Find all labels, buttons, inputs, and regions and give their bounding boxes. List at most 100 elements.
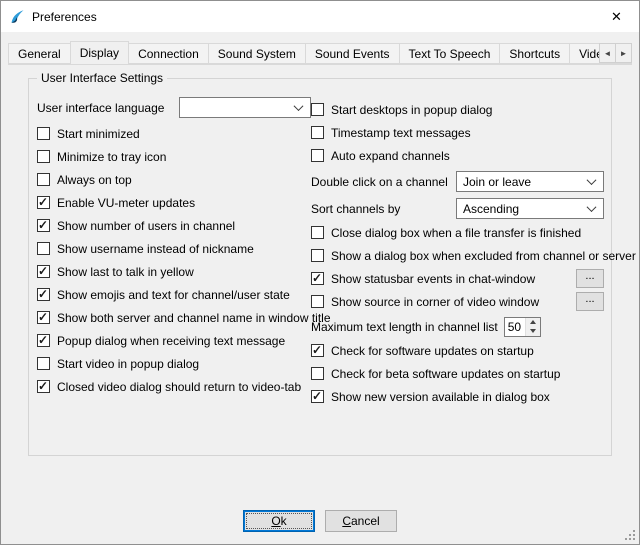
desktops-popup-row[interactable]: Start desktops in popup dialog <box>311 98 604 121</box>
file-transfer-row[interactable]: Close dialog box when a file transfer is… <box>311 221 604 244</box>
tab-sound-events[interactable]: Sound Events <box>305 43 400 64</box>
new-version-checkbox[interactable] <box>311 390 324 403</box>
video-popup-checkbox[interactable] <box>37 357 50 370</box>
close-button[interactable]: ✕ <box>594 1 639 32</box>
user-count-label: Show number of users in channel <box>57 219 235 233</box>
timestamp-row[interactable]: Timestamp text messages <box>311 121 604 144</box>
tab-text-to-speech[interactable]: Text To Speech <box>399 43 501 64</box>
double-click-combo[interactable]: Join or leave <box>456 171 604 192</box>
popup-message-checkbox[interactable] <box>37 334 50 347</box>
tab-sound-system[interactable]: Sound System <box>208 43 306 64</box>
video-source-config-button[interactable]: ... <box>576 292 604 311</box>
software-updates-checkbox[interactable] <box>311 344 324 357</box>
software-updates-label: Check for software updates on startup <box>331 344 534 358</box>
vu-meter-checkbox[interactable] <box>37 196 50 209</box>
video-source-checkbox[interactable] <box>311 295 324 308</box>
tab-scroll-left-button[interactable]: ◄ <box>599 43 616 63</box>
language-select[interactable] <box>179 97 311 118</box>
tab-scroll-right-button[interactable]: ► <box>615 43 632 63</box>
last-talk-label: Show last to talk in yellow <box>57 265 194 279</box>
spinner-arrows <box>525 318 540 336</box>
new-version-label: Show new version available in dialog box <box>331 390 550 404</box>
ok-button[interactable]: Ok <box>243 510 315 532</box>
username-row[interactable]: Show username instead of nickname <box>37 237 311 260</box>
ok-label: Ok <box>271 514 286 528</box>
sort-channels-combo[interactable]: Ascending <box>456 198 604 219</box>
max-text-length-spinner[interactable]: 50 <box>504 317 541 337</box>
user-count-row[interactable]: Show number of users in channel <box>37 214 311 237</box>
window-title: Preferences <box>32 10 97 24</box>
app-icon <box>9 9 25 25</box>
start-minimized-row[interactable]: Start minimized <box>37 122 311 145</box>
language-label: User interface language <box>37 101 164 115</box>
software-updates-row[interactable]: Check for software updates on startup <box>311 339 604 362</box>
tab-connection[interactable]: Connection <box>128 43 209 64</box>
chevron-down-icon <box>294 101 304 111</box>
video-return-checkbox[interactable] <box>37 380 50 393</box>
desktops-popup-label: Start desktops in popup dialog <box>331 103 492 117</box>
statusbar-events-config-button[interactable]: ... <box>576 269 604 288</box>
video-source-label: Show source in corner of video window <box>331 295 539 309</box>
auto-expand-row[interactable]: Auto expand channels <box>311 144 604 167</box>
tab-display[interactable]: Display <box>70 41 129 64</box>
cancel-button[interactable]: Cancel <box>325 510 397 532</box>
tab-general[interactable]: General <box>8 43 71 64</box>
vu-meter-row[interactable]: Enable VU-meter updates <box>37 191 311 214</box>
beta-updates-checkbox[interactable] <box>311 367 324 380</box>
video-popup-row[interactable]: Start video in popup dialog <box>37 352 311 375</box>
excluded-dialog-row[interactable]: Show a dialog box when excluded from cha… <box>311 244 604 267</box>
tab-scroll: ◄ ► <box>599 43 632 63</box>
user-interface-settings-group: User Interface Settings User interface l… <box>28 78 612 456</box>
window-title-checkbox[interactable] <box>37 311 50 324</box>
chevron-down-icon <box>587 202 597 212</box>
resize-grip[interactable] <box>623 528 635 540</box>
last-talk-row[interactable]: Show last to talk in yellow <box>37 260 311 283</box>
new-version-row[interactable]: Show new version available in dialog box <box>311 385 604 408</box>
tab-bar: General Display Connection Sound System … <box>8 32 632 65</box>
titlebar[interactable]: Preferences ✕ <box>1 1 639 32</box>
beta-updates-label: Check for beta software updates on start… <box>331 367 560 381</box>
window-title-label: Show both server and channel name in win… <box>57 311 331 325</box>
statusbar-events-checkbox[interactable] <box>311 272 324 285</box>
always-on-top-row[interactable]: Always on top <box>37 168 311 191</box>
username-checkbox[interactable] <box>37 242 50 255</box>
last-talk-checkbox[interactable] <box>37 265 50 278</box>
tab-shortcuts[interactable]: Shortcuts <box>499 43 570 64</box>
spinner-down-icon[interactable] <box>526 327 540 336</box>
video-source-row[interactable]: Show source in corner of video window ..… <box>311 290 604 313</box>
video-return-label: Closed video dialog should return to vid… <box>57 380 301 394</box>
file-transfer-label: Close dialog box when a file transfer is… <box>331 226 581 240</box>
statusbar-events-row[interactable]: Show statusbar events in chat-window ... <box>311 267 604 290</box>
minimize-to-tray-row[interactable]: Minimize to tray icon <box>37 145 311 168</box>
popup-message-row[interactable]: Popup dialog when receiving text message <box>37 329 311 352</box>
auto-expand-checkbox[interactable] <box>311 149 324 162</box>
always-on-top-label: Always on top <box>57 173 132 187</box>
beta-updates-row[interactable]: Check for beta software updates on start… <box>311 362 604 385</box>
emojis-label: Show emojis and text for channel/user st… <box>57 288 290 302</box>
desktops-popup-checkbox[interactable] <box>311 103 324 116</box>
double-click-value: Join or leave <box>463 175 588 189</box>
emojis-checkbox[interactable] <box>37 288 50 301</box>
always-on-top-checkbox[interactable] <box>37 173 50 186</box>
double-click-label: Double click on a channel <box>311 175 448 189</box>
user-count-checkbox[interactable] <box>37 219 50 232</box>
minimize-to-tray-checkbox[interactable] <box>37 150 50 163</box>
timestamp-checkbox[interactable] <box>311 126 324 139</box>
double-click-row: Double click on a channel Join or leave <box>311 169 604 194</box>
max-text-length-label: Maximum text length in channel list <box>311 320 498 334</box>
window-title-row[interactable]: Show both server and channel name in win… <box>37 306 311 329</box>
file-transfer-checkbox[interactable] <box>311 226 324 239</box>
right-column: Start desktops in popup dialog Timestamp… <box>311 95 604 408</box>
vu-meter-label: Enable VU-meter updates <box>57 196 195 210</box>
username-label: Show username instead of nickname <box>57 242 254 256</box>
auto-expand-label: Auto expand channels <box>331 149 450 163</box>
video-return-row[interactable]: Closed video dialog should return to vid… <box>37 375 311 398</box>
tab-page-display: User Interface Settings User interface l… <box>1 65 639 544</box>
excluded-dialog-checkbox[interactable] <box>311 249 324 262</box>
start-minimized-checkbox[interactable] <box>37 127 50 140</box>
emojis-row[interactable]: Show emojis and text for channel/user st… <box>37 283 311 306</box>
timestamp-label: Timestamp text messages <box>331 126 471 140</box>
spinner-up-icon[interactable] <box>526 318 540 327</box>
minimize-to-tray-label: Minimize to tray icon <box>57 150 166 164</box>
tabs: General Display Connection Sound System … <box>8 41 632 64</box>
